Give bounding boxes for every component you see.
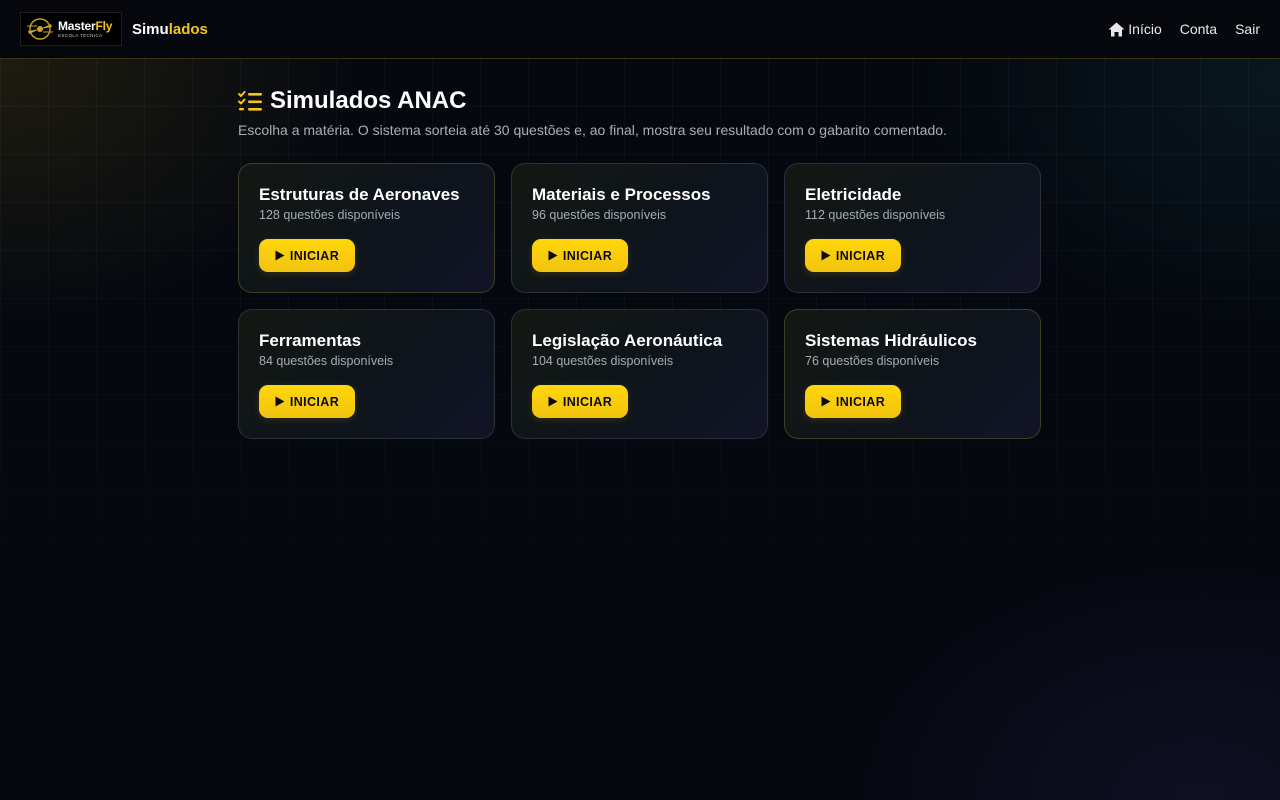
card-title: Sistemas Hidráulicos: [805, 331, 977, 350]
main-content: Simulados ANAC Escolha a matéria. O sist…: [238, 86, 1042, 439]
card-question-count: 96 questões disponíveis: [532, 208, 667, 222]
card-title: Materiais e Processos: [532, 185, 711, 204]
card-title: Eletricidade: [805, 185, 902, 204]
nav-link-label: Conta: [1179, 21, 1218, 37]
start-button-estruturas[interactable]: INICIAR: [259, 239, 355, 272]
card-question-count: 104 questões disponíveis: [532, 354, 674, 368]
button-label: INICIAR: [289, 394, 340, 409]
card-question-count: 112 questões disponíveis: [805, 208, 946, 222]
start-button-eletricidade[interactable]: INICIAR: [805, 239, 901, 272]
button-label: INICIAR: [562, 394, 613, 409]
home-icon: [1108, 22, 1125, 36]
top-navbar: MasterFly ESCOLA TÉCNICA Simulados Iníci…: [0, 0, 1280, 59]
logo-name: MasterFly: [58, 18, 113, 33]
button-label: INICIAR: [289, 248, 340, 263]
page-subtitle: Escolha a matéria. O sistema sorteia até…: [238, 122, 947, 138]
checklist-icon: [238, 90, 262, 111]
play-icon: [548, 250, 558, 261]
logo-subtitle: ESCOLA TÉCNICA: [58, 32, 103, 38]
play-icon: [275, 396, 285, 407]
button-label: INICIAR: [835, 394, 886, 409]
card-question-count: 84 questões disponíveis: [259, 354, 394, 368]
play-icon: [821, 250, 831, 261]
play-icon: [548, 396, 558, 407]
card-title: Legislação Aeronáutica: [532, 331, 723, 350]
app-section-title: Simulados: [132, 20, 208, 38]
nav-link-label: Sair: [1235, 21, 1260, 37]
button-label: INICIAR: [835, 248, 886, 263]
subject-card-ferramentas: Ferramentas 84 questões disponíveis INIC…: [238, 309, 495, 439]
card-question-count: 76 questões disponíveis: [805, 354, 940, 368]
subject-card-hidraulicos: Sistemas Hidráulicos 76 questões disponí…: [784, 309, 1041, 439]
page-title-row: Simulados ANAC: [238, 86, 1042, 116]
nav-link-conta[interactable]: Conta: [1180, 21, 1217, 37]
start-button-materiais[interactable]: INICIAR: [532, 239, 628, 272]
masterfly-logo[interactable]: MasterFly ESCOLA TÉCNICA: [20, 12, 122, 46]
card-title: Ferramentas: [259, 331, 362, 350]
logo-text: MasterFly ESCOLA TÉCNICA: [58, 20, 112, 39]
subject-card-legislacao: Legislação Aeronáutica 104 questões disp…: [511, 309, 768, 439]
nav-link-label: Início: [1128, 21, 1162, 37]
subject-card-estruturas: Estruturas de Aeronaves 128 questões dis…: [238, 163, 495, 293]
start-button-ferramentas[interactable]: INICIAR: [259, 385, 355, 418]
subject-card-materiais: Materiais e Processos 96 questões dispon…: [511, 163, 768, 293]
nav-link-inicio[interactable]: Início: [1108, 21, 1162, 37]
top-nav-links: Início Conta Sair: [1108, 21, 1260, 37]
play-icon: [821, 396, 831, 407]
start-button-hidraulicos[interactable]: INICIAR: [805, 385, 901, 418]
propeller-logo-icon: [27, 18, 53, 40]
button-label: INICIAR: [562, 248, 613, 263]
subject-cards-grid: Estruturas de Aeronaves 128 questões dis…: [238, 163, 1042, 439]
start-button-legislacao[interactable]: INICIAR: [532, 385, 628, 418]
card-question-count: 128 questões disponíveis: [259, 208, 401, 222]
nav-link-sair[interactable]: Sair: [1235, 21, 1260, 37]
page-title: Simulados ANAC: [270, 87, 467, 114]
card-title: Estruturas de Aeronaves: [259, 185, 460, 204]
subject-card-eletricidade: Eletricidade 112 questões disponíveis IN…: [784, 163, 1041, 293]
play-icon: [275, 250, 285, 261]
